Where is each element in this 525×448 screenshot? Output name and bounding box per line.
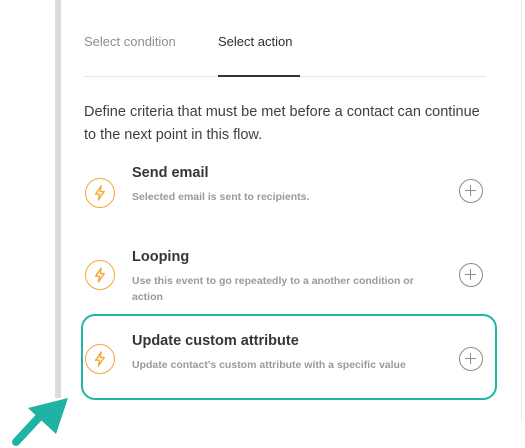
screenshot-stage: Select condition Select action Define cr… (0, 0, 525, 448)
action-item-looping[interactable]: Looping Use this event to go repeatedly … (61, 248, 521, 308)
panel-description: Define criteria that must be met before … (84, 104, 480, 143)
pointer-arrow-icon (12, 398, 68, 446)
lightning-icon (85, 178, 115, 208)
tab-select-condition[interactable]: Select condition (84, 34, 176, 50)
lightning-icon-glyph (94, 185, 105, 201)
plus-circle-icon[interactable] (459, 263, 483, 287)
panel-right-edge (521, 0, 522, 420)
action-title: Send email (132, 165, 209, 181)
action-description: Use this event to go repeatedly to a ano… (132, 275, 414, 303)
lightning-icon-glyph (94, 267, 105, 283)
lightning-icon (85, 260, 115, 290)
plus-circle-icon[interactable] (459, 179, 483, 203)
action-title: Looping (132, 249, 190, 265)
active-tab-indicator (218, 75, 300, 77)
tab-bar: Select condition Select action (84, 28, 486, 77)
tab-select-action[interactable]: Select action (218, 34, 292, 50)
action-item-send-email[interactable]: Send email Selected email is sent to rec… (61, 164, 521, 224)
highlight-outline (81, 314, 497, 400)
action-description: Selected email is sent to recipients. (132, 191, 310, 203)
